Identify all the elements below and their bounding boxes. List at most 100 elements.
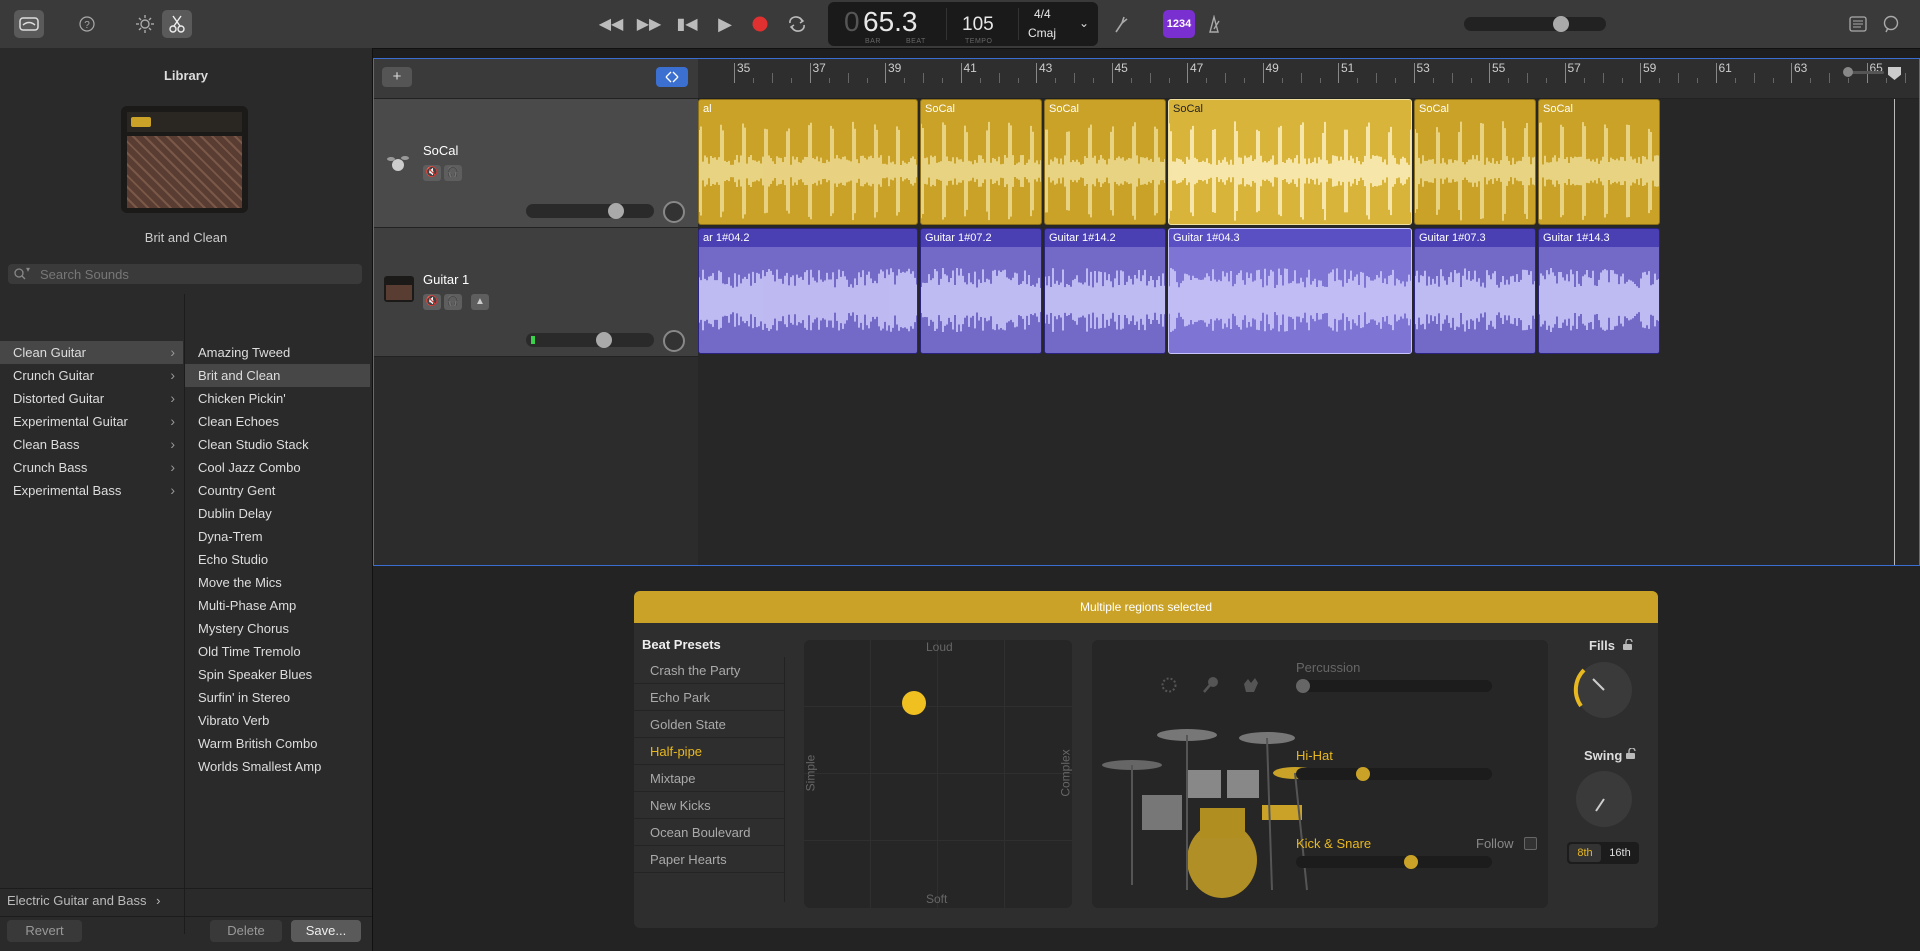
add-track-button[interactable]: +	[382, 67, 412, 87]
search-field[interactable]: ▾ Search Sounds	[8, 264, 362, 284]
volume-thumb[interactable]	[596, 332, 612, 348]
drummer-region[interactable]: SoCal	[1168, 99, 1412, 225]
drummer-region[interactable]: SoCal	[920, 99, 1042, 225]
swing-lock-icon[interactable]	[1625, 748, 1637, 760]
beat-preset-item[interactable]: Crash the Party	[634, 657, 784, 684]
preset-item[interactable]: Dyna-Trem	[185, 525, 370, 548]
fills-knob[interactable]	[1571, 657, 1637, 723]
zoom-slider[interactable]	[1843, 67, 1884, 77]
track-header-socal[interactable]: SoCal 🔇 🎧	[374, 99, 698, 228]
xy-pad-puck[interactable]	[902, 691, 926, 715]
drum-kit-illustration[interactable]	[1102, 710, 1332, 900]
editors-button[interactable]	[162, 10, 192, 38]
xy-pad[interactable]: Loud Soft Simple Complex	[803, 640, 1073, 908]
audio-region[interactable]: Guitar 1#14.2	[1044, 228, 1166, 354]
master-volume-thumb[interactable]	[1553, 16, 1569, 32]
mute-button[interactable]: 🔇	[423, 294, 441, 310]
preset-item[interactable]: Brit and Clean	[185, 364, 370, 387]
play-button[interactable]: ▶	[710, 10, 740, 38]
preset-item[interactable]: Cool Jazz Combo	[185, 456, 370, 479]
preset-item[interactable]: Clean Echoes	[185, 410, 370, 433]
pan-knob[interactable]	[663, 201, 685, 223]
region-area[interactable]: al SoCal SoCal SoCal SoCal SoCal ar 1#04.2 Guit…	[698, 99, 1919, 565]
cycle-button[interactable]	[782, 10, 812, 38]
category-item[interactable]: Experimental Bass ›	[0, 479, 183, 502]
save-button[interactable]: Save...	[291, 920, 361, 942]
forward-button[interactable]: ▶▶	[634, 10, 664, 38]
audio-region[interactable]: Guitar 1#07.3	[1414, 228, 1536, 354]
swing-knob[interactable]	[1571, 766, 1637, 832]
audio-region[interactable]: Guitar 1#04.3	[1168, 228, 1412, 354]
tambourine-icon[interactable]	[1160, 676, 1178, 694]
pan-knob[interactable]	[663, 330, 685, 352]
preset-item[interactable]: Warm British Combo	[185, 732, 370, 755]
drummer-region[interactable]: SoCal	[1414, 99, 1536, 225]
preset-item[interactable]: Chicken Pickin'	[185, 387, 370, 410]
preset-item[interactable]: Worlds Smallest Amp	[185, 755, 370, 778]
tuner-button[interactable]	[1106, 10, 1136, 38]
library-button[interactable]	[14, 10, 44, 38]
beat-preset-item[interactable]: Golden State	[634, 711, 784, 738]
input-monitor-button[interactable]: ▲	[471, 294, 489, 310]
category-item[interactable]: Crunch Bass ›	[0, 456, 183, 479]
rewind-button[interactable]: ◀◀	[596, 10, 626, 38]
audio-region[interactable]: ar 1#04.2	[698, 228, 918, 354]
preset-item[interactable]: Old Time Tremolo	[185, 640, 370, 663]
percussion-slider[interactable]	[1296, 679, 1492, 693]
preset-item[interactable]: Amazing Tweed	[185, 341, 370, 364]
category-item[interactable]: Distorted Guitar ›	[0, 387, 183, 410]
category-item[interactable]: Crunch Guitar ›	[0, 364, 183, 387]
revert-button[interactable]: Revert	[7, 920, 82, 942]
track-name[interactable]: SoCal	[423, 143, 458, 158]
preset-item[interactable]: Echo Studio	[185, 548, 370, 571]
beat-preset-item[interactable]: Half-pipe	[634, 738, 784, 765]
audio-region[interactable]: Guitar 1#14.3	[1538, 228, 1660, 354]
playhead[interactable]	[1894, 99, 1895, 565]
clap-icon[interactable]	[1242, 676, 1260, 694]
kick-snare-slider[interactable]	[1296, 855, 1492, 869]
track-name[interactable]: Guitar 1	[423, 272, 469, 287]
delete-button[interactable]: Delete	[210, 920, 282, 942]
category-item[interactable]: Clean Bass ›	[0, 433, 183, 456]
kick-snare-thumb[interactable]	[1404, 855, 1418, 869]
smart-controls-button[interactable]	[130, 10, 160, 38]
count-in-button[interactable]: 1234	[1163, 10, 1195, 38]
go-to-beginning-button[interactable]: ▮◀	[672, 10, 702, 38]
notepad-button[interactable]	[1843, 10, 1873, 38]
ruler[interactable]: 35 37 39 41 43 45 47 49 51 53 55 57 59 61 63 65	[698, 59, 1919, 99]
zoom-thumb[interactable]	[1843, 67, 1853, 77]
preset-item[interactable]: Country Gent	[185, 479, 370, 502]
beat-preset-item[interactable]: Echo Park	[634, 684, 784, 711]
loop-browser-button[interactable]	[1876, 10, 1906, 38]
preset-item[interactable]: Multi-Phase Amp	[185, 594, 370, 617]
catch-playhead-button[interactable]	[656, 67, 688, 87]
lcd-display[interactable]: 0 65.3 BAR BEAT 105 TEMPO 4/4 Cmaj ⌄	[828, 2, 1098, 46]
follow-checkbox[interactable]	[1524, 837, 1537, 850]
category-item[interactable]: Experimental Guitar ›	[0, 410, 183, 433]
volume-thumb[interactable]	[608, 203, 624, 219]
hihat-thumb[interactable]	[1356, 767, 1370, 781]
drummer-region[interactable]: al	[698, 99, 918, 225]
beat-preset-item[interactable]: Ocean Boulevard	[634, 819, 784, 846]
beat-preset-item[interactable]: New Kicks	[634, 792, 784, 819]
solo-button[interactable]: 🎧	[444, 294, 462, 310]
master-volume-slider[interactable]	[1464, 16, 1606, 32]
breadcrumb[interactable]: Electric Guitar and Bass ›	[7, 893, 160, 908]
audio-region[interactable]: Guitar 1#07.2	[920, 228, 1042, 354]
lcd-menu-chevron-icon[interactable]: ⌄	[1079, 16, 1089, 30]
metronome-button[interactable]	[1199, 10, 1229, 38]
category-item[interactable]: Clean Guitar ›	[0, 341, 183, 364]
fills-lock-icon[interactable]	[1622, 639, 1634, 651]
track-volume-slider[interactable]	[526, 203, 654, 219]
mute-button[interactable]: 🔇	[423, 165, 441, 181]
track-volume-slider[interactable]	[526, 332, 654, 348]
swing-16th-button[interactable]: 16th	[1603, 844, 1637, 862]
drummer-region[interactable]: SoCal	[1044, 99, 1166, 225]
preset-item[interactable]: Clean Studio Stack	[185, 433, 370, 456]
help-button[interactable]: ?	[72, 10, 102, 38]
preset-item[interactable]: Vibrato Verb	[185, 709, 370, 732]
shaker-icon[interactable]	[1202, 676, 1220, 694]
preset-item[interactable]: Move the Mics	[185, 571, 370, 594]
drummer-region[interactable]: SoCal	[1538, 99, 1660, 225]
preset-item[interactable]: Dublin Delay	[185, 502, 370, 525]
